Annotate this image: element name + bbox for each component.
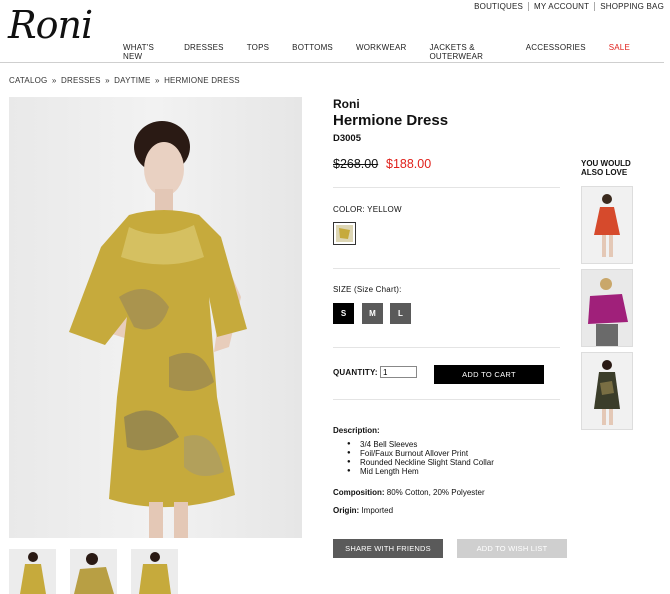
list-item: Rounded Neckline Slight Stand Collar [347, 458, 494, 467]
product-name: Hermione Dress [333, 112, 449, 129]
breadcrumb-separator: » [51, 76, 57, 85]
add-to-cart-button[interactable]: ADD TO CART [434, 365, 544, 384]
model-illustration [69, 121, 247, 538]
my-account-link[interactable]: MY ACCOUNT [534, 2, 589, 11]
recommendation-image [582, 353, 632, 429]
original-price: $268.00 [333, 157, 379, 171]
recommendation-red-dress[interactable] [581, 186, 633, 264]
list-item: Mid Length Hem [347, 467, 494, 476]
also-love-title: YOU WOULD ALSO LOVE [581, 159, 631, 177]
composition-label: Composition: [333, 488, 385, 497]
nav-tops[interactable]: TOPS [247, 43, 269, 61]
size-label-row: SIZE (Size Chart): [333, 285, 402, 294]
breadcrumb-dresses[interactable]: DRESSES [61, 76, 101, 85]
breadcrumb-current: HERMIONE DRESS [164, 76, 240, 85]
product-sku: D3005 [333, 133, 361, 144]
divider [594, 2, 596, 11]
size-s-button[interactable]: S [333, 303, 354, 324]
breadcrumb-separator: » [154, 76, 160, 85]
utility-nav: BOUTIQUES MY ACCOUNT SHOPPING BAG [474, 2, 664, 11]
thumbnail-back[interactable] [131, 549, 178, 594]
list-item: 3/4 Bell Sleeves [347, 440, 494, 449]
sale-price: $188.00 [386, 157, 432, 171]
nav-dresses[interactable]: DRESSES [184, 43, 224, 61]
quantity-input[interactable] [380, 366, 417, 378]
header-divider [0, 62, 664, 63]
nav-sale[interactable]: SALE [609, 43, 630, 61]
nav-accessories[interactable]: ACCESSORIES [526, 43, 586, 61]
composition-value: 80% Cotton, 20% Polyester [386, 488, 485, 497]
breadcrumb: CATALOG » DRESSES » DAYTIME » HERMIONE D… [9, 76, 240, 85]
origin-row: Origin: Imported [333, 506, 393, 515]
shopping-bag-link[interactable]: SHOPPING BAG [600, 2, 664, 11]
origin-label: Origin: [333, 506, 360, 515]
size-m-button[interactable]: M [362, 303, 383, 324]
breadcrumb-catalog[interactable]: CATALOG [9, 76, 47, 85]
size-label: SIZE [333, 285, 352, 294]
breadcrumb-daytime[interactable]: DAYTIME [114, 76, 150, 85]
recommendation-purple-top[interactable] [581, 269, 633, 347]
color-swatch-yellow[interactable] [333, 222, 356, 245]
recommendation-image [582, 270, 632, 346]
description-list: 3/4 Bell Sleeves Foil/Faux Burnout Allov… [347, 440, 494, 476]
divider [333, 268, 560, 269]
divider [333, 187, 560, 188]
origin-value: Imported [361, 506, 394, 515]
product-brand: Roni [333, 97, 360, 111]
main-nav: WHAT'S NEW DRESSES TOPS BOTTOMS WORKWEAR… [123, 43, 630, 61]
size-l-button[interactable]: L [390, 303, 411, 324]
composition-row: Composition: 80% Cotton, 20% Polyester [333, 488, 485, 497]
thumbnail-image [9, 549, 56, 594]
color-label-row: COLOR: YELLOW [333, 205, 402, 214]
nav-whats-new[interactable]: WHAT'S NEW [123, 43, 161, 61]
nav-bottoms[interactable]: BOTTOMS [292, 43, 333, 61]
description-label: Description: [333, 426, 380, 435]
nav-jackets-outerwear[interactable]: JACKETS & OUTERWEAR [429, 43, 502, 61]
list-item: Foil/Faux Burnout Allover Print [347, 449, 494, 458]
divider [528, 2, 530, 11]
recommendation-image [582, 187, 632, 263]
product-main-image[interactable] [9, 97, 302, 538]
share-with-friends-button[interactable]: SHARE WITH FRIENDS [333, 539, 443, 558]
breadcrumb-separator: » [105, 76, 110, 85]
thumbnail-front[interactable] [9, 549, 56, 594]
color-value: YELLOW [367, 205, 402, 214]
thumbnail-image [70, 549, 117, 594]
recommendation-print-dress[interactable] [581, 352, 633, 430]
thumbnail-detail[interactable] [70, 549, 117, 594]
boutiques-link[interactable]: BOUTIQUES [474, 2, 523, 11]
divider [333, 399, 560, 400]
nav-workwear[interactable]: WORKWEAR [356, 43, 407, 61]
size-chart-link[interactable]: (Size Chart): [354, 285, 402, 294]
also-love-title-line1: YOU WOULD [581, 159, 631, 168]
quantity-label: QUANTITY: [333, 368, 378, 377]
divider [333, 347, 560, 348]
add-to-wish-list-button[interactable]: ADD TO WISH LIST [457, 539, 567, 558]
thumbnail-image [131, 549, 178, 594]
color-label: COLOR: [333, 205, 365, 214]
swatch-image [336, 225, 353, 242]
also-love-title-line2: ALSO LOVE [581, 168, 628, 177]
roni-logo[interactable]: Roni [8, 6, 93, 44]
